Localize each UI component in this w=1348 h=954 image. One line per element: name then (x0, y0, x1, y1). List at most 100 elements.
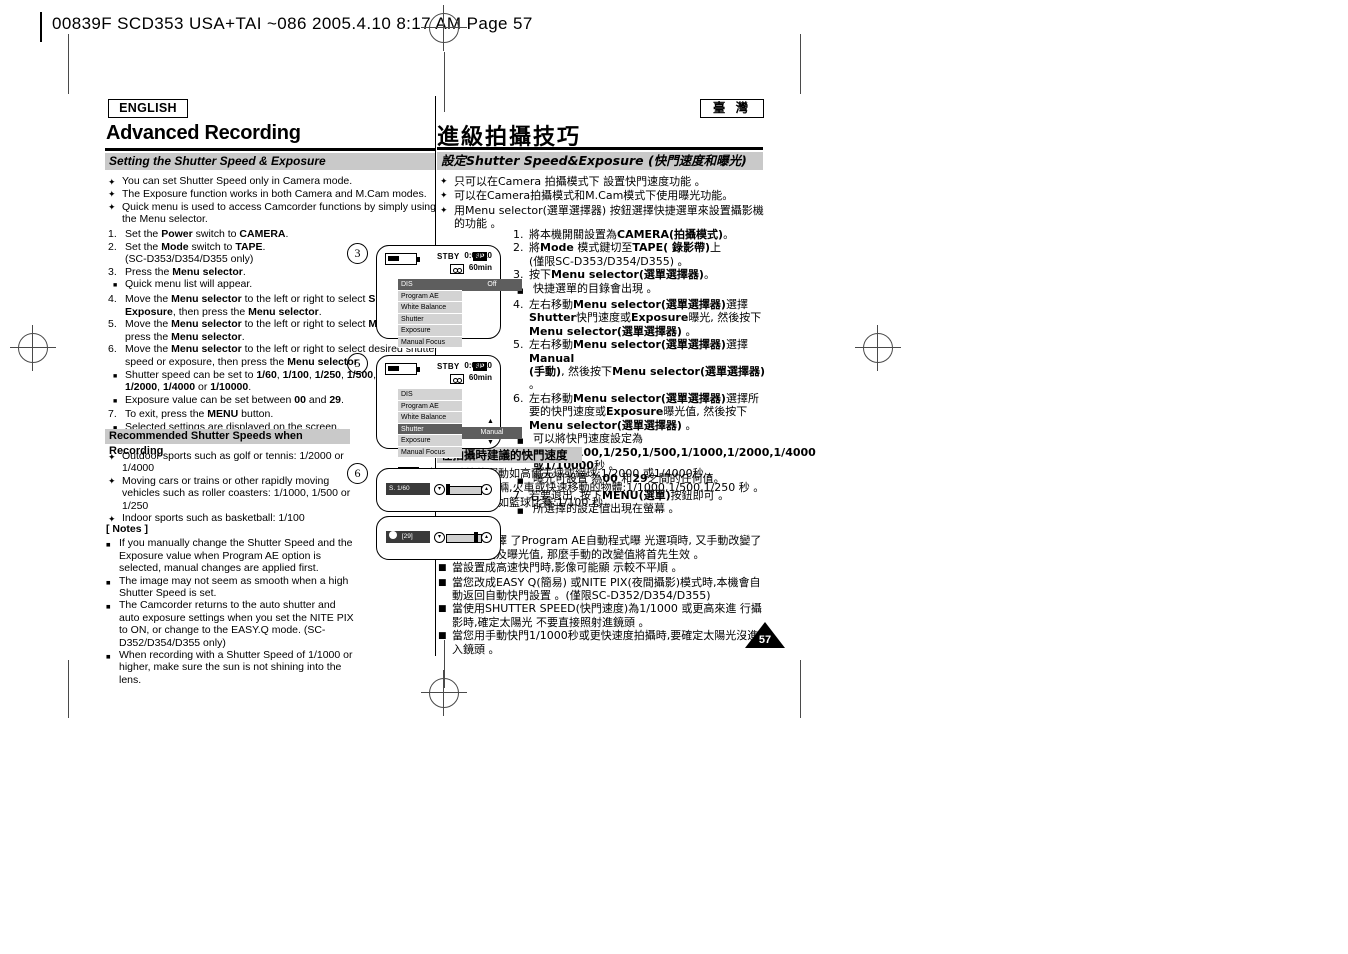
note-item: ■ When recording with a Shutter Speed of … (106, 649, 356, 686)
step-number: 4. (513, 298, 524, 312)
square-bullet-icon: ■ (106, 540, 111, 550)
step-text: 左右移動Menu selector(選單選擇器)選擇Manual (手動), 然後… (529, 338, 766, 392)
battery-icon (385, 363, 420, 375)
exposure-value-badge: [29] (386, 531, 430, 543)
bullet-item: ✦ Quick menu is used to access Camcorder … (108, 201, 438, 226)
manual-page: ENGLISH Advanced Recording Setting the S… (0, 0, 1348, 954)
bullet-text: You can set Shutter Speed only in Camera… (122, 175, 353, 187)
battery-icon (385, 253, 420, 265)
square-bullet-icon: ■ (106, 602, 111, 612)
quick-menu-value-step5: Manual (462, 427, 522, 439)
step-text: 將本機開關設置為CAMERA(拍攝模式)。 (529, 228, 735, 241)
note-text: 當您用手動快門1/1000秒或更快速度拍攝時,要確定太陽光沒進入鏡頭 。 (452, 629, 759, 656)
quick-menu-list-step5: DIS Program AE White Balance Shutter Exposur… (398, 389, 462, 458)
quick-menu-item[interactable]: DIS (398, 279, 462, 291)
decrease-icon: ▾ (434, 532, 445, 543)
exposure-icon (389, 531, 397, 539)
scroll-down-arrow-icon: ▼ (487, 439, 494, 446)
step-item: 6. 左右移動Menu selector(選單選擇器)選擇所要的快門速度或Expo… (513, 392, 768, 432)
quick-menu-item[interactable]: Shutter (398, 313, 462, 325)
bullet-item: ✦ Outdoor sports such as golf or tennis: … (108, 450, 358, 475)
diamond-bullet-icon: ✦ (108, 202, 116, 213)
quick-menu-item[interactable]: Exposure (398, 435, 462, 447)
timecode-label: 0:00:10 (464, 361, 492, 370)
quick-menu-item[interactable]: Program AE (398, 290, 462, 302)
step-item: 1. Set the Power switch to CAMERA. (108, 228, 438, 241)
step-number: 4. (108, 292, 117, 305)
shutter-slider-track[interactable] (446, 486, 482, 495)
diamond-bullet-icon: ✦ (440, 177, 448, 187)
shutter-slider-knob[interactable] (446, 484, 450, 495)
step-number: 5. (513, 338, 524, 352)
step-text: 左右移動Menu selector(選單選擇器)選擇 Shutter快門速度或Ex… (529, 298, 762, 338)
bullet-text: 只可以在Camera 拍攝模式下 設置快門速度功能 。 (454, 175, 706, 188)
quick-menu-item[interactable]: White Balance (398, 412, 462, 424)
bullet-text: Moving cars or trains or other rapidly m… (122, 474, 351, 512)
bullet-item: ✦ You can set Shutter Speed only in Camer… (108, 175, 438, 188)
exposure-slider-knob[interactable] (474, 532, 478, 543)
quick-menu-item[interactable]: DIS (398, 389, 462, 401)
note-text: 當您改成EASY Q(簡易) 或NITE PIX(夜間攝影)模式時,本機會自動返… (452, 575, 761, 603)
quick-menu-item[interactable]: Manual Focus (398, 336, 462, 348)
title-rule-english (105, 148, 435, 151)
diamond-bullet-icon: ✦ (108, 176, 116, 187)
quick-menu-item[interactable]: Shutter (398, 423, 462, 435)
step-number: 1. (108, 228, 117, 240)
diamond-bullet-icon: ✦ (108, 476, 116, 487)
square-bullet-icon: ■ (438, 631, 447, 642)
step-subitem-text: 快捷選單的目錄會出現 。 (533, 281, 658, 295)
square-bullet-icon: ■ (113, 372, 118, 380)
page-number-badge: 57 (745, 622, 785, 648)
lcd-status-bar-step5: STBY SP 0:00:10 60min (385, 361, 494, 385)
bullet-text: Outdoor sports such as golf or tennis: 1… (122, 450, 344, 475)
step-subitem: ■ 快捷選單的目錄會出現 。 (513, 282, 768, 298)
step-number: 6. (108, 343, 117, 356)
quick-menu-item[interactable]: Program AE (398, 400, 462, 412)
quick-menu-item[interactable]: Manual Focus (398, 446, 462, 458)
notes-heading: [ Notes ] (106, 523, 148, 535)
record-status-label: STBY (437, 362, 460, 371)
language-badge-chinese: 臺 灣 (700, 99, 764, 118)
note-item: ■ 當您改成EASY Q(簡易) 或NITE PIX(夜間攝影)模式時,本機會自動… (438, 576, 768, 603)
tape-icon (450, 264, 464, 274)
exposure-value-label: [29] (401, 533, 413, 540)
step-number: 2. (108, 240, 117, 253)
square-bullet-icon: ■ (113, 282, 118, 290)
square-bullet-icon: ■ (438, 563, 447, 574)
note-text: 當設置成高速快門時,影像可能顯 示較不平順 。 (452, 561, 683, 575)
bullet-item: ✦ The Exposure function works in both Cam… (108, 188, 438, 201)
quick-menu-item[interactable]: White Balance (398, 302, 462, 314)
diamond-bullet-icon: ✦ (108, 189, 116, 200)
bullet-text: 可以在Camera拍攝模式和M.Cam模式下使用曝光功能。 (454, 189, 734, 203)
note-item: ■ 當您用手動快門1/1000秒或更快速度拍攝時,要確定太陽光沒進入鏡頭 。 (438, 629, 768, 656)
diamond-bullet-icon: ✦ (440, 205, 448, 216)
note-text: When recording with a Shutter Speed of 1… (119, 649, 353, 686)
step-marker-6: 6 (347, 463, 368, 484)
bullet-item: ✦ 可以在Camera拍攝模式和M.Cam模式下使用曝光功能。 (440, 189, 765, 203)
step-text: 按下Menu selector(選單選擇器)。 (529, 268, 715, 282)
step-text: 左右移動Menu selector(選單選擇器)選擇所要的快門速度或Exposu… (529, 391, 759, 432)
note-item: ■ If you manually change the Shutter Spee… (106, 537, 356, 574)
increase-icon: ▴ (481, 484, 492, 495)
diamond-bullet-icon: ✦ (108, 451, 116, 462)
note-item: ■ 當使用SHUTTER SPEED(快門速度)為1/1000 或更高來進 行攝影… (438, 602, 768, 629)
lcd-illustration-step3: STBY SP 0:00:10 60min DIS Program AE White… (376, 245, 522, 365)
step-marker-3: 3 (347, 243, 368, 264)
osd-illustration-exposure: [29] ▾ ▴ (376, 516, 501, 560)
step-number: 7. (108, 408, 117, 421)
quick-menu-value-step3: Off (462, 279, 522, 291)
timecode-label: 0:00:10 (464, 251, 492, 260)
step-item: 3. 按下Menu selector(選單選擇器)。 (513, 268, 768, 281)
square-bullet-icon: ■ (438, 604, 447, 615)
increase-icon: ▴ (481, 532, 492, 543)
notes-english: [ Notes ] ■ If you manually change the Shu… (106, 523, 356, 686)
quick-menu-item[interactable]: Exposure (398, 325, 462, 337)
step-item: 4. 左右移動Menu selector(選單選擇器)選擇 Shutter快門速度或… (513, 298, 768, 338)
step-marker-5: 5 (347, 353, 368, 374)
section-heading-chinese: 設定Shutter Speed&Exposure (快門速度和曝光) (437, 152, 763, 170)
square-bullet-icon: ■ (113, 397, 118, 405)
note-item: ■ The image may not seem as smooth when a… (106, 575, 356, 600)
step-item: 2. 將Mode 模式鍵切至TAPE( 錄影帶)上 (僅限SC-D353/D354/… (513, 241, 768, 268)
bullet-text: 用Menu selector(選單選擇器) 按鈕選擇快捷選單來設置攝影機的功能 … (454, 203, 764, 231)
step-item: 5. 左右移動Menu selector(選單選擇器)選擇Manual (手動), … (513, 338, 768, 392)
